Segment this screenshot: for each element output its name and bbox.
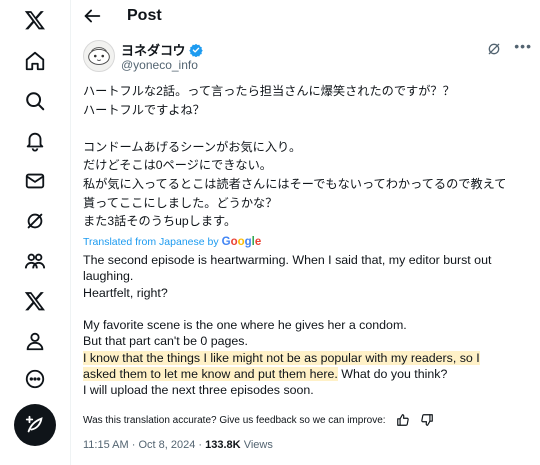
separator-dot: · <box>131 439 136 451</box>
back-arrow-icon[interactable] <box>81 5 103 27</box>
translation-line: My favorite scene is the one where he gi… <box>83 318 407 333</box>
translated-by-label[interactable]: Translated from Japanese by Google <box>83 236 261 248</box>
grok-explain-icon[interactable] <box>486 41 502 57</box>
premium-x-icon[interactable] <box>20 286 50 316</box>
translation-line: Heartfelt, right? <box>83 285 168 300</box>
compose-button[interactable] <box>14 404 56 446</box>
thumbs-down-icon[interactable] <box>420 413 434 427</box>
communities-icon[interactable] <box>20 246 50 276</box>
separator-dot: · <box>198 439 203 451</box>
thumbs-up-icon[interactable] <box>396 413 410 427</box>
messages-icon[interactable] <box>20 166 50 196</box>
post-translation-text: The second episode is heartwarming. When… <box>83 252 533 399</box>
google-logo: Google <box>221 236 262 248</box>
translation-line: laughing. <box>83 269 134 284</box>
translation-text: What do you think? <box>337 367 448 382</box>
author-display-name[interactable]: ヨネダコウ <box>121 40 185 59</box>
more-icon[interactable] <box>20 364 50 394</box>
avatar[interactable] <box>83 40 115 72</box>
sidebar-nav <box>0 0 70 465</box>
translation-line: But that part can't be 0 pages. <box>83 334 248 349</box>
original-line: コンドームあげるシーンがお気に入り。 <box>83 139 302 154</box>
search-icon[interactable] <box>20 86 50 116</box>
highlighted-text: asked them to let me know and put them h… <box>83 367 338 382</box>
views-count: 133.8K <box>205 439 241 451</box>
x-logo-icon[interactable] <box>20 5 50 35</box>
verified-badge-icon <box>189 43 204 57</box>
post-detail: Post ヨネダコウ @yoneco_info ••• ハートフルな2話。って言… <box>71 0 540 465</box>
feedback-prompt: Was this translation accurate? Give us f… <box>83 414 386 426</box>
translation-line: I know that the things I like might not … <box>83 350 533 366</box>
page-title: Post <box>127 7 162 24</box>
grok-icon[interactable] <box>20 206 50 236</box>
views-label: Views <box>243 439 273 451</box>
author-handle[interactable]: @yoneco_info <box>121 58 198 72</box>
post-time[interactable]: 11:15 AM <box>83 439 129 451</box>
translation-line: asked them to let me know and put them h… <box>83 366 533 382</box>
avatar-illustration-icon <box>88 47 110 65</box>
translation-line: The second episode is heartwarming. When… <box>83 253 492 267</box>
home-icon[interactable] <box>20 46 50 76</box>
post-metadata: 11:15 AM · Oct 8, 2024 · 133.8K Views <box>83 439 273 451</box>
translation-feedback: Was this translation accurate? Give us f… <box>83 413 533 427</box>
profile-icon[interactable] <box>20 326 50 356</box>
post-date[interactable]: Oct 8, 2024 <box>138 439 195 451</box>
original-line: 貰ってここにしました。どうかな？ <box>83 195 278 210</box>
original-line: ハートフルな2話。って言ったら担当さんに爆笑されたのですが？？ <box>83 84 455 98</box>
notifications-icon[interactable] <box>20 126 50 156</box>
more-options-icon[interactable]: ••• <box>514 38 532 54</box>
translated-label: Translated from Japanese by <box>83 236 219 248</box>
original-line: また3話そのうちupします。 <box>83 214 237 229</box>
translation-line: I will upload the next three episodes so… <box>83 383 314 398</box>
highlighted-text: I know that the things I like might not … <box>83 350 480 365</box>
compose-icon <box>25 415 43 433</box>
original-line: ハートフルですよね？ <box>83 102 205 117</box>
author-name-row: ヨネダコウ <box>121 40 204 59</box>
post-header: Post <box>71 0 540 34</box>
original-line: だけどそこは0ページにできない。 <box>83 158 272 173</box>
original-line: 私が気に入ってるとこは読者さんにはそーでもないってわかってるので教えて <box>83 176 507 191</box>
post-original-text: ハートフルな2話。って言ったら担当さんに爆笑されたのですが？？ ハートフルですよ… <box>83 82 533 231</box>
